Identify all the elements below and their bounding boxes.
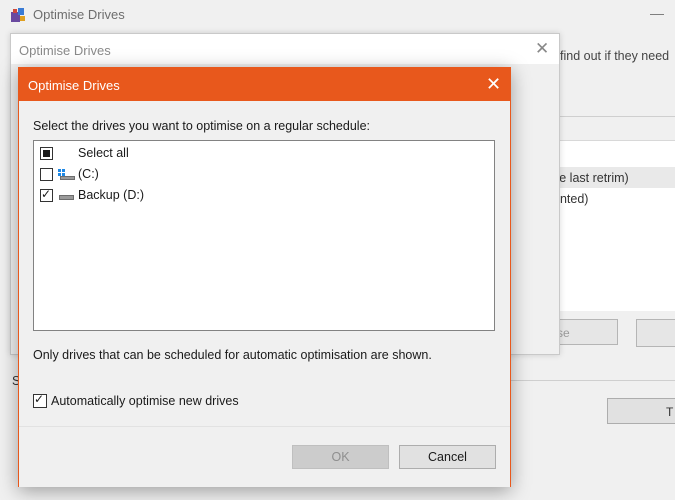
select-all-label: Select all [78, 146, 129, 160]
note-text: Only drives that can be scheduled for au… [33, 348, 432, 362]
main-list-text: ce last retrim) [553, 171, 629, 185]
select-all-checkbox[interactable] [40, 147, 53, 160]
dialog-footer: OK Cancel [19, 426, 510, 487]
main-intro-text: find out if they need [560, 49, 670, 63]
mid-dialog-titlebar: Optimise Drives ✕ [11, 34, 559, 64]
instruction-text: Select the drives you want to optimise o… [33, 119, 370, 133]
dialog-titlebar: Optimise Drives ✕ [19, 68, 510, 101]
mid-dialog-title: Optimise Drives [19, 43, 111, 58]
minimize-button[interactable]: — [650, 5, 664, 21]
drive-list: Select all (C:) Backup (D:) [33, 140, 495, 331]
auto-optimise-label: Automatically optimise new drives [51, 394, 239, 408]
system-drive-icon [58, 169, 75, 180]
dialog-title: Optimise Drives [28, 78, 120, 93]
drive-icon [59, 195, 74, 200]
main-divider [505, 380, 675, 381]
drive-row-d[interactable]: Backup (D:) [34, 186, 494, 207]
main-window-title: Optimise Drives [33, 7, 125, 22]
close-icon[interactable]: ✕ [535, 39, 549, 59]
cancel-button[interactable]: Cancel [399, 445, 496, 469]
auto-optimise-row[interactable]: Automatically optimise new drives [33, 392, 273, 410]
ok-button[interactable]: OK [292, 445, 389, 469]
main-button[interactable] [636, 319, 675, 347]
select-drives-dialog: Optimise Drives ✕ Select the drives you … [18, 67, 511, 487]
drive-d-checkbox[interactable] [40, 187, 53, 202]
drive-row-c[interactable]: (C:) [34, 165, 494, 186]
main-titlebar: Optimise Drives — [0, 0, 675, 30]
select-all-row[interactable]: Select all [34, 144, 494, 165]
drive-c-label: (C:) [78, 167, 99, 181]
auto-optimise-checkbox[interactable] [33, 392, 47, 408]
drive-d-label: Backup (D:) [78, 188, 144, 202]
main-button[interactable]: T [607, 398, 675, 424]
defrag-app-icon [11, 8, 25, 22]
drive-c-checkbox[interactable] [40, 168, 53, 181]
close-button[interactable]: ✕ [479, 70, 508, 99]
